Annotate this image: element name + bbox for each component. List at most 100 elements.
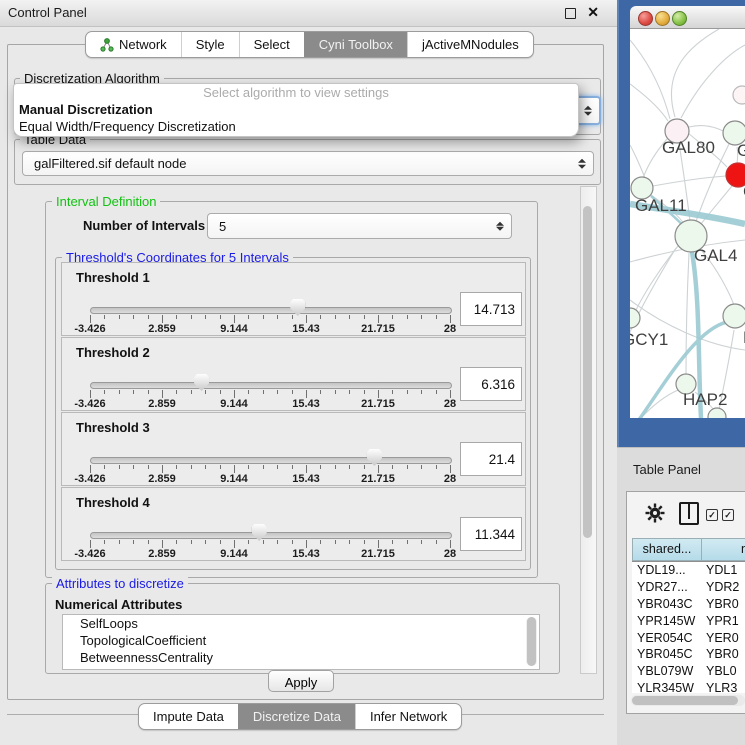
tab-jactivemnodules[interactable]: jActiveMNodules xyxy=(407,32,533,57)
network-node[interactable] xyxy=(733,86,745,104)
table-row[interactable]: YDR27...YDR2 xyxy=(632,579,745,596)
slider-tick xyxy=(176,540,177,544)
threshold-label: Threshold 2 xyxy=(76,345,150,360)
attribute-list-item[interactable]: BetweennessCentrality xyxy=(63,649,539,666)
slider-tick-label: 2.859 xyxy=(148,323,176,335)
numerical-attributes-list[interactable]: SelfLoopsTopologicalCoefficientBetweenne… xyxy=(62,614,540,670)
threshold-value-field[interactable] xyxy=(460,442,522,476)
tab-select[interactable]: Select xyxy=(239,32,304,57)
threshold-slider-track[interactable] xyxy=(90,457,452,464)
apply-button[interactable]: Apply xyxy=(268,670,334,692)
column-header-name[interactable]: na xyxy=(701,538,745,561)
slider-tick xyxy=(90,540,91,548)
table-row[interactable]: YLR345WYLR3 xyxy=(632,680,745,693)
network-node-label: GCY1 xyxy=(630,330,668,349)
content-scrollbar[interactable] xyxy=(580,186,597,674)
column-header-shared-name[interactable]: shared... xyxy=(632,538,702,561)
screen: Control Panel ✕ Network Style Select Cyn… xyxy=(0,0,745,745)
number-of-intervals-combobox[interactable]: 5 xyxy=(207,213,512,239)
close-traffic-light-icon[interactable] xyxy=(638,11,653,26)
tab-infer-network-label: Infer Network xyxy=(370,705,447,728)
tab-discretize-data[interactable]: Discretize Data xyxy=(238,704,355,729)
slider-tick-label: 9.144 xyxy=(220,473,248,485)
slider-tick-label: -3.426 xyxy=(74,398,105,410)
slider-tick xyxy=(234,390,235,398)
network-graph: GAL80GACGAL11GAL4GCY1HHAP2 xyxy=(630,29,745,418)
table-row[interactable]: YBR043CYBR0 xyxy=(632,596,745,613)
slider-tick xyxy=(378,465,379,473)
network-icon xyxy=(100,38,114,52)
tab-network[interactable]: Network xyxy=(86,32,181,57)
table-row[interactable]: YDL19...YDL1 xyxy=(632,562,745,579)
minimize-traffic-light-icon[interactable] xyxy=(655,11,670,26)
threshold-value-field[interactable] xyxy=(460,367,522,401)
algorithm-prompt-item[interactable]: Select algorithm to view settings xyxy=(14,84,578,101)
table-row[interactable]: YBL079WYBL0 xyxy=(632,663,745,680)
network-view-window[interactable]: GAL80GACGAL11GAL4GCY1HHAP2 xyxy=(617,0,745,447)
threshold-slider-track[interactable] xyxy=(90,307,452,314)
slider-tick xyxy=(306,390,307,398)
attribute-list-item[interactable]: TopologicalCoefficient xyxy=(63,632,539,649)
slider-tick xyxy=(263,465,264,469)
split-columns-icon[interactable] xyxy=(679,502,699,525)
slider-tick xyxy=(248,390,249,394)
checkbox-icon[interactable]: ✓ xyxy=(722,509,734,521)
table-panel: Table Panel xyxy=(617,447,745,745)
table-row[interactable]: YBR045CYBR0 xyxy=(632,646,745,663)
slider-tick-label: 2.859 xyxy=(148,548,176,560)
cell-shared-name: YPR145W xyxy=(637,613,695,630)
slider-tick-label: 15.43 xyxy=(292,398,320,410)
content-scrollbar-thumb[interactable] xyxy=(583,206,592,538)
threshold-label: Threshold 1 xyxy=(76,270,150,285)
slider-tick xyxy=(392,540,393,544)
slider-tick xyxy=(205,540,206,544)
slider-tick xyxy=(263,390,264,394)
table-horizontal-scrollbar[interactable] xyxy=(631,695,745,706)
slider-tick-label: 9.144 xyxy=(220,548,248,560)
attribute-list-item[interactable]: SelfLoops xyxy=(63,615,539,632)
algorithm-option-manual[interactable]: Manual Discretization xyxy=(14,101,578,118)
slider-tick xyxy=(162,540,163,548)
slider-tick-label: -3.426 xyxy=(74,323,105,335)
tab-discretize-data-label: Discretize Data xyxy=(253,705,341,728)
tab-style[interactable]: Style xyxy=(181,32,239,57)
attributes-list-scrollbar[interactable] xyxy=(526,617,537,666)
threshold-value-field[interactable] xyxy=(460,292,522,326)
slider-tick-label: 9.144 xyxy=(220,398,248,410)
close-window-icon[interactable]: ✕ xyxy=(587,4,599,21)
slider-tick xyxy=(306,465,307,473)
gear-icon[interactable] xyxy=(645,503,665,523)
zoom-traffic-light-icon[interactable] xyxy=(672,11,687,26)
table-scrollbar-thumb[interactable] xyxy=(632,696,738,705)
tab-impute-data[interactable]: Impute Data xyxy=(139,704,238,729)
threshold-slider-track[interactable] xyxy=(90,382,452,389)
slider-tick xyxy=(364,390,365,394)
slider-tick-label: 2.859 xyxy=(148,473,176,485)
slider-tick xyxy=(119,465,120,469)
slider-tick xyxy=(234,465,235,473)
network-node[interactable] xyxy=(723,304,745,328)
network-canvas[interactable]: GAL80GACGAL11GAL4GCY1HHAP2 xyxy=(630,29,745,418)
float-window-icon[interactable] xyxy=(565,8,576,19)
tab-infer-network[interactable]: Infer Network xyxy=(355,704,461,729)
cell-shared-name: YBR043C xyxy=(637,596,693,613)
table-row[interactable]: YER054CYER0 xyxy=(632,630,745,647)
table-row[interactable]: YPR145WYPR1 xyxy=(632,613,745,630)
slider-tick xyxy=(119,390,120,394)
threshold-value-field[interactable] xyxy=(460,517,522,551)
network-node[interactable] xyxy=(630,308,640,328)
network-node[interactable] xyxy=(708,408,726,418)
algorithm-option-equal-width[interactable]: Equal Width/Frequency Discretization xyxy=(14,118,578,135)
slider-tick xyxy=(421,390,422,394)
checkbox-icon[interactable]: ✓ xyxy=(706,509,718,521)
threshold-slider-track[interactable] xyxy=(90,532,452,539)
attributes-scrollbar-thumb[interactable] xyxy=(527,617,536,666)
combo-stepper-icon xyxy=(578,157,585,170)
table-data-combobox[interactable]: galFiltered.sif default node xyxy=(22,151,594,176)
network-window-titlebar[interactable] xyxy=(630,6,745,29)
slider-tick xyxy=(148,540,149,544)
cell-shared-name: YLR345W xyxy=(637,680,694,693)
slider-tick xyxy=(148,465,149,469)
slider-tick xyxy=(392,390,393,394)
tab-cyni-toolbox[interactable]: Cyni Toolbox xyxy=(304,32,407,57)
